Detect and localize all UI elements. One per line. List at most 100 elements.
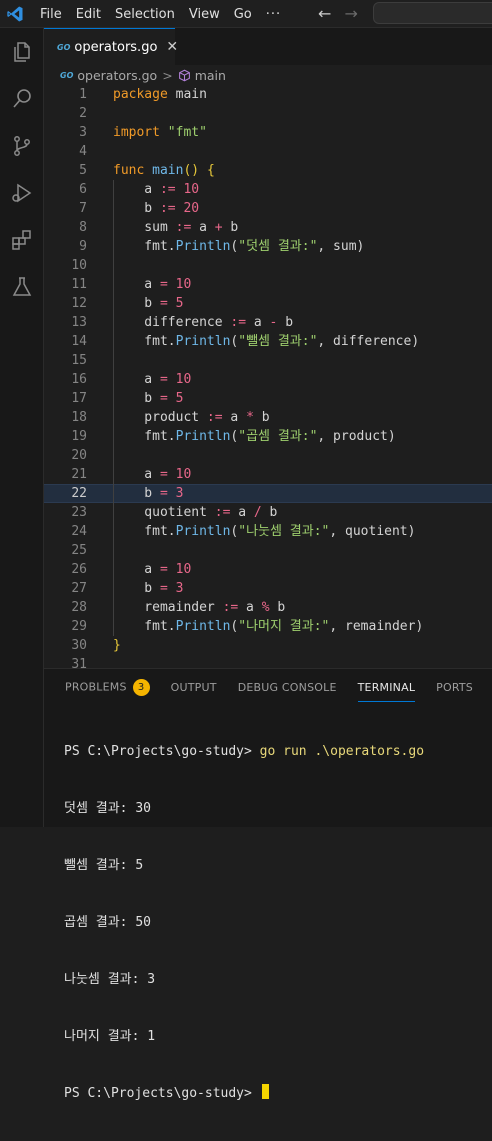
code-line[interactable]: 18 product := a * b bbox=[44, 408, 492, 427]
line-number: 6 bbox=[79, 182, 87, 197]
code-line[interactable]: 2 bbox=[44, 104, 492, 123]
code-line[interactable]: 21 a = 10 bbox=[44, 465, 492, 484]
code-token: } bbox=[113, 638, 121, 653]
menu-selection[interactable]: Selection bbox=[115, 7, 175, 22]
menu-file[interactable]: File bbox=[40, 7, 62, 22]
code-line[interactable]: 29 fmt.Println("나머지 결과:", remainder) bbox=[44, 617, 492, 636]
code-line[interactable]: 9 fmt.Println("덧셈 결과:", sum) bbox=[44, 237, 492, 256]
code-token: = bbox=[159, 296, 168, 311]
code-line[interactable]: 4 bbox=[44, 142, 492, 161]
line-number: 8 bbox=[79, 220, 87, 235]
code-line[interactable]: 26 a = 10 bbox=[44, 560, 492, 579]
code-token: , product) bbox=[317, 429, 396, 444]
code-token: / bbox=[253, 505, 262, 520]
source-control-icon[interactable] bbox=[0, 126, 44, 166]
code-line[interactable]: 30} bbox=[44, 636, 492, 655]
tab-terminal[interactable]: TERMINAL bbox=[357, 681, 416, 702]
code-line[interactable]: 14 fmt.Println("뺄셈 결과:", difference) bbox=[44, 332, 492, 351]
back-arrow-icon[interactable]: ← bbox=[318, 4, 331, 23]
code-line[interactable]: 17 b = 5 bbox=[44, 389, 492, 408]
tab-ports[interactable]: PORTS bbox=[436, 681, 473, 694]
breadcrumb-symbol[interactable]: main bbox=[195, 68, 226, 83]
line-number: 31 bbox=[71, 657, 87, 668]
line-number: 26 bbox=[71, 562, 87, 577]
testing-flask-icon[interactable] bbox=[0, 267, 44, 307]
code-line[interactable]: 6 a := 10 bbox=[44, 180, 492, 199]
code-token: remainder bbox=[113, 600, 223, 615]
code-line[interactable]: 25 bbox=[44, 541, 492, 560]
line-number: 1 bbox=[79, 87, 87, 102]
terminal-output-line: 나머지 결과: 1 bbox=[64, 1029, 156, 1044]
tab-operators-go[interactable]: GO operators.go ✕ bbox=[44, 28, 178, 65]
code-token: a bbox=[246, 315, 270, 330]
menu-edit[interactable]: Edit bbox=[76, 7, 101, 22]
code-line[interactable]: 19 fmt.Println("곱셈 결과:", product) bbox=[44, 427, 492, 446]
code-line[interactable]: 7 b := 20 bbox=[44, 199, 492, 218]
indent-guide bbox=[113, 180, 114, 636]
close-icon[interactable]: ✕ bbox=[166, 39, 178, 55]
code-line[interactable]: 8 sum := a + b bbox=[44, 218, 492, 237]
tab-debug-console[interactable]: DEBUG CONSOLE bbox=[238, 681, 337, 694]
code-token: b bbox=[261, 505, 278, 520]
code-token: b bbox=[222, 220, 239, 235]
code-line[interactable]: 10 bbox=[44, 256, 492, 275]
breadcrumb-file[interactable]: operators.go bbox=[77, 68, 157, 83]
go-file-icon: GO bbox=[60, 70, 74, 80]
code-line[interactable]: 5 func main() { bbox=[44, 161, 492, 180]
code-token: b bbox=[113, 486, 160, 501]
code-token: fmt. bbox=[113, 619, 176, 634]
code-token: a bbox=[238, 600, 262, 615]
line-number: 16 bbox=[71, 372, 87, 387]
code-token: 5 bbox=[175, 391, 184, 406]
code-token: % bbox=[261, 600, 270, 615]
code-editor[interactable]: 1 package main 2 3 import "fmt" 4 5 func main()… bbox=[44, 85, 492, 668]
code-line[interactable]: 20 bbox=[44, 446, 492, 465]
code-line[interactable]: 16 a = 10 bbox=[44, 370, 492, 389]
code-text: a = 10 bbox=[113, 465, 191, 484]
menu-view[interactable]: View bbox=[189, 7, 220, 22]
code-line[interactable]: 31 bbox=[44, 655, 492, 668]
code-token: fmt. bbox=[113, 524, 176, 539]
code-line[interactable]: 11 a = 10 bbox=[44, 275, 492, 294]
code-line[interactable]: 12 b = 5 bbox=[44, 294, 492, 313]
code-line[interactable]: 15 bbox=[44, 351, 492, 370]
code-token: a bbox=[113, 372, 160, 387]
extensions-icon[interactable] bbox=[0, 220, 44, 260]
forward-arrow-icon[interactable]: → bbox=[345, 4, 358, 23]
line-number: 21 bbox=[71, 467, 87, 482]
terminal-command: go run .\operators.go bbox=[259, 744, 425, 759]
code-token: := bbox=[159, 201, 176, 216]
tab-output[interactable]: OUTPUT bbox=[171, 681, 217, 694]
menu-more-button[interactable]: ··· bbox=[266, 7, 281, 22]
menu-go[interactable]: Go bbox=[234, 7, 252, 22]
explorer-icon[interactable] bbox=[0, 32, 44, 72]
tab-label: operators.go bbox=[74, 39, 158, 55]
line-number: 13 bbox=[71, 315, 87, 330]
method-cube-icon bbox=[178, 69, 190, 81]
code-line[interactable]: 3 import "fmt" bbox=[44, 123, 492, 142]
code-token: "덧셈 결과:" bbox=[238, 239, 318, 254]
title-bar: File Edit Selection View Go ··· ← → bbox=[0, 0, 492, 28]
code-line[interactable]: 23 quotient := a / b bbox=[44, 503, 492, 522]
code-token: Println bbox=[175, 429, 231, 444]
vscode-logo-icon[interactable] bbox=[6, 5, 24, 23]
code-line[interactable]: 1 package main bbox=[44, 85, 492, 104]
run-debug-icon[interactable] bbox=[0, 173, 44, 213]
search-icon[interactable] bbox=[0, 79, 44, 119]
terminal-command-line: PS C:\Projects\go-study> go run .\operat… bbox=[64, 742, 424, 761]
code-line[interactable]: 28 remainder := a % b bbox=[44, 598, 492, 617]
code-token: fmt. bbox=[113, 334, 176, 349]
terminal-output[interactable]: PS C:\Projects\go-study> go run .\operat… bbox=[64, 704, 424, 1141]
code-token: Println bbox=[175, 524, 231, 539]
code-line[interactable]: 13 difference := a - b bbox=[44, 313, 492, 332]
code-line[interactable]: 22 b = 3 bbox=[44, 484, 492, 503]
code-line[interactable]: 27 b = 3 bbox=[44, 579, 492, 598]
code-line[interactable]: 24 fmt.Println("나눗셈 결과:", quotient) bbox=[44, 522, 492, 541]
command-center-search[interactable] bbox=[373, 2, 492, 24]
code-token: b bbox=[277, 315, 294, 330]
tab-problems[interactable]: PROBLEMS 3 bbox=[65, 678, 150, 696]
